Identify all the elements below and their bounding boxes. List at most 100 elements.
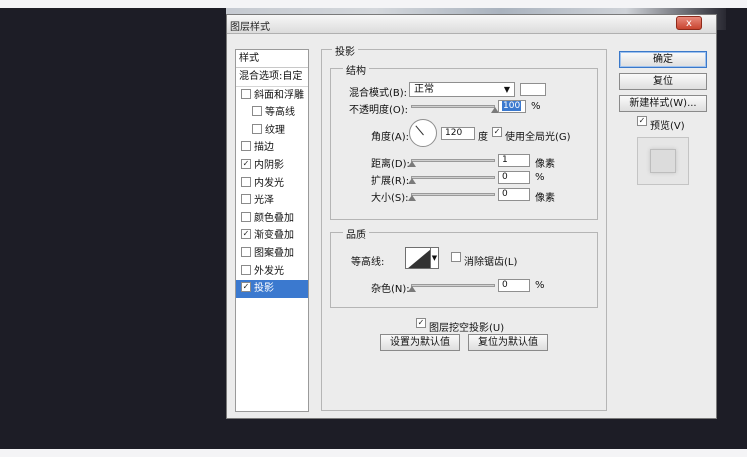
style-item-checkbox[interactable] [241, 141, 251, 152]
style-item[interactable]: 外发光 [236, 263, 308, 281]
contour-dropdown-arrow[interactable]: ▼ [431, 247, 439, 269]
style-item[interactable]: ✓ 渐变叠加 [236, 227, 308, 245]
ok-button[interactable]: 确定 [619, 51, 707, 68]
distance-label: 距离(D): [371, 159, 410, 170]
noise-slider[interactable] [411, 284, 495, 287]
style-item-checkbox[interactable] [241, 264, 251, 275]
blend-mode-label: 混合模式(B): [349, 88, 408, 99]
style-item[interactable]: 颜色叠加 [236, 210, 308, 228]
make-default-button[interactable]: 设置为默认值 [380, 334, 460, 351]
opacity-value: 100 [502, 101, 522, 111]
knockout-label: 图层挖空投影(U) [429, 323, 505, 334]
style-item-label: 图案叠加 [254, 247, 294, 259]
noise-unit: % [535, 280, 545, 291]
style-item[interactable]: 内发光 [236, 175, 308, 193]
shadow-color-swatch[interactable] [520, 83, 546, 96]
style-item[interactable]: 纹理 [236, 122, 308, 140]
size-slider-thumb[interactable] [408, 195, 416, 201]
drop-shadow-panel: 投影 结构 混合模式(B): 正常 ▼ 不透明度(O): 100 % 角度(A)… [321, 43, 607, 411]
style-item-checkbox[interactable] [241, 211, 251, 222]
spread-input[interactable]: 0 [498, 171, 530, 184]
antialias-checkbox[interactable] [451, 252, 461, 262]
style-item-label: 等高线 [265, 107, 295, 119]
style-item[interactable]: 等高线 [236, 104, 308, 122]
style-preview [637, 137, 689, 185]
style-item-label: 描边 [254, 142, 274, 154]
reset-button[interactable]: 复位 [619, 73, 707, 90]
style-item-checkbox[interactable] [241, 88, 251, 99]
size-slider[interactable] [411, 193, 495, 196]
distance-slider-thumb[interactable] [408, 161, 416, 167]
preview-checkbox[interactable]: ✓ [637, 116, 647, 126]
angle-input[interactable]: 120 [441, 127, 475, 140]
chevron-down-icon: ▼ [503, 85, 510, 94]
opacity-slider[interactable] [411, 105, 495, 108]
style-item[interactable]: 描边 [236, 139, 308, 157]
style-item-checkbox[interactable]: ✓ [241, 158, 251, 169]
spread-unit: % [535, 172, 545, 183]
style-list-header[interactable]: 样式 [236, 50, 308, 68]
style-item-label: 光泽 [254, 195, 274, 207]
style-item-checkbox[interactable] [241, 194, 251, 205]
size-label: 大小(S): [371, 193, 409, 204]
style-item-label: 内发光 [254, 177, 284, 189]
style-item-label: 颜色叠加 [254, 212, 294, 224]
angle-value: 120 [445, 128, 463, 138]
reset-default-button[interactable]: 复位为默认值 [468, 334, 548, 351]
spread-label: 扩展(R): [371, 176, 410, 187]
style-item-checkbox[interactable] [241, 176, 251, 187]
opacity-input[interactable]: 100 [498, 100, 526, 113]
noise-slider-thumb[interactable] [408, 286, 416, 292]
distance-input[interactable]: 1 [498, 154, 530, 167]
style-item-label: 渐变叠加 [254, 230, 294, 242]
style-item-label: 投影 [254, 283, 274, 295]
spread-slider-thumb[interactable] [408, 178, 416, 184]
size-input[interactable]: 0 [498, 188, 530, 201]
style-item-checkbox[interactable]: ✓ [241, 282, 251, 293]
layer-style-dialog: 图层样式 x 样式 混合选项:自定 斜面和浮雕 等高线 纹理 描边 ✓ 内阴影 内发光 光泽颜… [226, 14, 717, 419]
quality-title: 品质 [343, 226, 369, 241]
noise-input[interactable]: 0 [498, 279, 530, 292]
global-light-label: 使用全局光(G) [505, 132, 571, 143]
quality-group: 品质 等高线: ▼ 消除锯齿(L) 杂色(N): 0 % [330, 226, 598, 308]
structure-title: 结构 [343, 62, 369, 77]
dialog-titlebar: 图层样式 x [227, 15, 716, 34]
contour-picker[interactable] [405, 247, 431, 269]
angle-dial[interactable] [409, 119, 437, 147]
knockout-checkbox[interactable]: ✓ [416, 318, 426, 328]
spread-value: 0 [502, 172, 508, 182]
section-title: 投影 [332, 43, 358, 58]
style-item-label: 斜面和浮雕 [254, 89, 304, 101]
dialog-title: 图层样式 [230, 22, 270, 33]
close-button[interactable]: x [676, 16, 702, 30]
style-item-checkbox[interactable] [252, 106, 262, 117]
opacity-unit: % [531, 101, 541, 112]
style-item[interactable]: 光泽 [236, 192, 308, 210]
background-bottom-strip [0, 449, 747, 457]
style-item[interactable]: 图案叠加 [236, 245, 308, 263]
size-value: 0 [502, 189, 508, 199]
global-light-checkbox[interactable]: ✓ [492, 127, 502, 137]
distance-slider[interactable] [411, 159, 495, 162]
style-item[interactable]: 斜面和浮雕 [236, 87, 308, 105]
style-item[interactable]: ✓ 投影 [236, 280, 308, 298]
angle-label: 角度(A): [371, 132, 410, 143]
style-item-checkbox[interactable]: ✓ [241, 229, 251, 240]
style-preview-thumbnail [650, 149, 676, 173]
distance-unit: 像素 [535, 159, 555, 170]
new-style-button[interactable]: 新建样式(W)... [619, 95, 707, 112]
style-item-label: 内阴影 [254, 159, 284, 171]
style-item-label: 外发光 [254, 265, 284, 277]
spread-slider[interactable] [411, 176, 495, 179]
style-item[interactable]: ✓ 内阴影 [236, 157, 308, 175]
blend-options-item[interactable]: 混合选项:自定 [236, 68, 308, 87]
blend-mode-select[interactable]: 正常 ▼ [409, 82, 515, 97]
style-list: 样式 混合选项:自定 斜面和浮雕 等高线 纹理 描边 ✓ 内阴影 内发光 光泽 颜色叠加 ✓ 渐变叠… [235, 49, 309, 412]
style-item-checkbox[interactable] [252, 123, 262, 134]
structure-group: 结构 混合模式(B): 正常 ▼ 不透明度(O): 100 % 角度(A): 1… [330, 62, 598, 220]
angle-needle [415, 125, 424, 136]
noise-value: 0 [502, 280, 508, 290]
blend-mode-value: 正常 [414, 84, 434, 95]
style-item-checkbox[interactable] [241, 246, 251, 257]
contour-curve-icon [408, 249, 430, 268]
